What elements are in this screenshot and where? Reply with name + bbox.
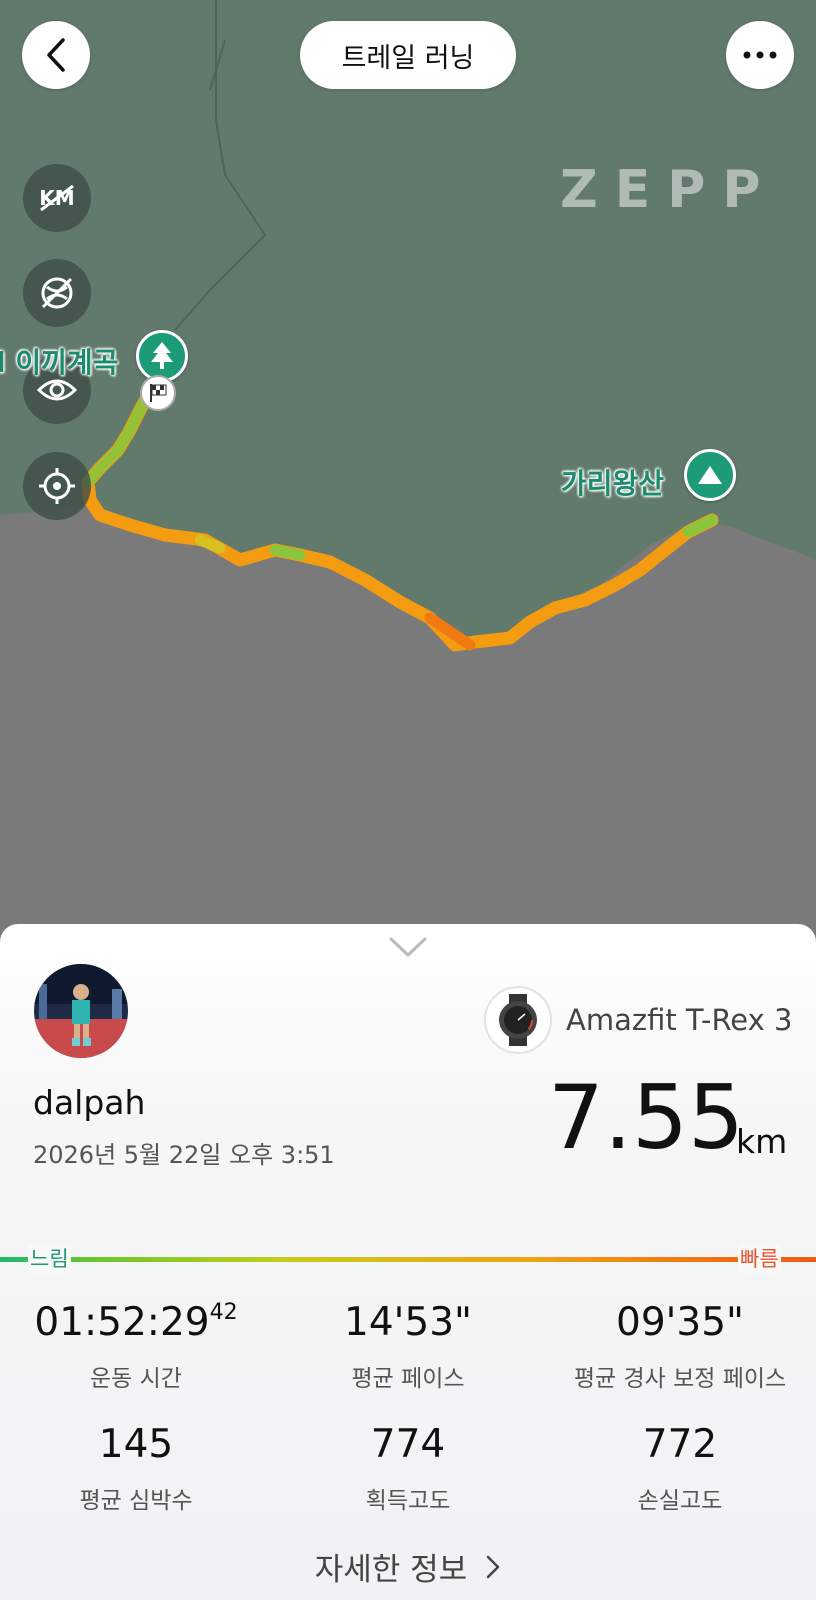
- details-label: 자세한 정보: [314, 1552, 468, 1588]
- stat-avg-pace: 14'53" 평균 페이스: [272, 1300, 544, 1393]
- stat-elevation-loss: 772 손실고도: [544, 1422, 816, 1515]
- stat-value: 774: [370, 1422, 446, 1467]
- activity-datetime: 2026년 5월 22일 오후 3:51: [33, 1141, 335, 1169]
- km-marker-toggle-button[interactable]: KM: [23, 164, 91, 232]
- more-options-button[interactable]: [726, 21, 794, 89]
- pace-color-legend: 느림 빠름: [0, 1243, 816, 1275]
- more-horizontal-icon: [743, 51, 777, 59]
- pace-gradient-bar: [0, 1257, 816, 1262]
- stat-label: 획득고도: [365, 1488, 451, 1514]
- end-place-label: 가리왕산: [561, 467, 665, 500]
- distance-unit: km: [736, 1122, 788, 1161]
- checkered-flag-icon: [150, 384, 167, 402]
- distance-value: 7.55: [548, 1066, 744, 1169]
- chevron-down-icon[interactable]: [388, 936, 428, 958]
- km-marker-off-icon: KM: [39, 184, 75, 212]
- details-button[interactable]: 자세한 정보: [0, 1544, 816, 1589]
- locate-icon: [39, 468, 75, 504]
- end-place-pin[interactable]: [684, 449, 736, 501]
- stat-label: 손실고도: [637, 1488, 723, 1514]
- stat-elevation-gain: 774 획득고도: [272, 1422, 544, 1515]
- device-name[interactable]: Amazfit T-Rex 3: [566, 1003, 792, 1037]
- stat-label: 평균 경사 보정 페이스: [573, 1366, 787, 1392]
- stat-avg-heart-rate: 145 평균 심박수: [0, 1422, 272, 1515]
- map-layer-toggle-button[interactable]: [23, 259, 91, 327]
- mountain-icon: [698, 466, 722, 484]
- back-button[interactable]: [22, 21, 90, 89]
- stat-label: 평균 심박수: [79, 1488, 193, 1514]
- stat-label: 평균 페이스: [351, 1366, 465, 1392]
- stat-value-hundredths: 42: [209, 1300, 238, 1325]
- stat-value: 09'35": [616, 1300, 744, 1345]
- pace-fast-label: 빠름: [738, 1243, 781, 1273]
- activity-type-title: 트레일 러닝: [300, 21, 516, 89]
- stat-label: 운동 시간: [90, 1366, 182, 1392]
- username: dalpah: [33, 1083, 146, 1122]
- stat-value: 145: [98, 1422, 174, 1467]
- locate-button[interactable]: [23, 452, 91, 520]
- pace-slow-label: 느림: [28, 1243, 71, 1273]
- stat-workout-time: 01:52:2942 운동 시간: [0, 1300, 272, 1393]
- chevron-left-icon: [47, 38, 65, 72]
- stat-value: 01:52:2942: [34, 1300, 238, 1345]
- activity-summary-sheet: Amazfit T-Rex 3 dalpah 2026년 5월 22일 오후 3…: [0, 924, 816, 1600]
- tree-icon: [151, 342, 173, 369]
- route-map[interactable]: ZEPP KM l 이끼계곡: [0, 0, 816, 960]
- stat-value: 772: [642, 1422, 718, 1467]
- stat-grade-adjusted-pace: 09'35" 평균 경사 보정 페이스: [544, 1300, 816, 1393]
- start-flag-marker[interactable]: [140, 375, 176, 411]
- start-place-label: l 이끼계곡: [0, 346, 119, 379]
- avatar[interactable]: [34, 964, 128, 1058]
- chevron-right-icon: [486, 1555, 500, 1579]
- watch-icon[interactable]: [484, 986, 552, 1054]
- zepp-watermark: ZEPP: [560, 160, 778, 220]
- start-place-pin[interactable]: [136, 330, 188, 382]
- stat-value: 14'53": [344, 1300, 472, 1345]
- map-layer-off-icon: [41, 277, 73, 309]
